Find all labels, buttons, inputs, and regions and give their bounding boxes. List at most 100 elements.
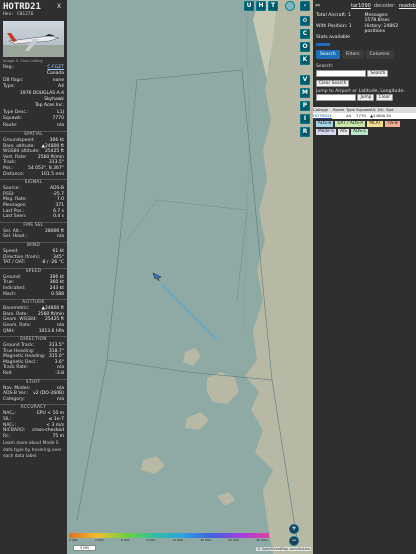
sidebar-panel: ⇔ tar1090 decoder: readsb Total Aircraft… [313,0,416,554]
section-stuff[interactable]: STUFF [0,378,67,386]
altitude-tick: 40 000+ [255,538,269,542]
info-key: Roll: [3,371,13,377]
info-sections: SPATIAL Groundspeed: 306 kt Baro. altitude:… [0,131,67,439]
section-fms-sel[interactable]: FMS SEL [0,221,67,229]
search-button[interactable]: Search [367,70,389,77]
info-row: Category: n/a [0,397,67,403]
table-cell: 7770 [356,113,366,119]
map-btn-c[interactable]: C [300,29,310,39]
search-input[interactable] [316,70,366,77]
tab-columns[interactable]: Columns [365,50,394,59]
info-row: Last Seen: 0.4 s [0,214,67,220]
search-area: Search: Search Clear Search Jump to Airp… [313,62,416,103]
source-legend: ADS-B UAT / ADS-R MLAT TIS-B Mode-S AIS ADS-C [313,119,416,137]
airspace-boundary-3 [126,199,248,301]
aircraft-info-panel: HOTRD21 X Hex: C01276 Image © Chris Loft… [0,0,67,554]
island-3 [185,412,209,430]
info-value: -3.8 [55,371,64,377]
map-btn-h[interactable]: H [256,1,266,11]
table-cell: 30 [386,113,391,119]
legend-ads-c: ADS-C [350,129,369,136]
info-value: 0.588 [51,291,64,297]
layers-icon[interactable] [285,1,295,11]
zoom-in-button[interactable]: + [289,524,299,534]
jump-input[interactable] [316,94,356,102]
section-speed[interactable]: SPEED [0,267,67,275]
table-cell: ▲24800 [370,113,386,119]
altitude-tick: 30 000 [228,538,239,542]
aircraft-photo[interactable] [3,21,64,57]
info-value: 1013.6 hPa [38,328,64,334]
hex-value: C01276 [16,12,34,17]
map-btn-p[interactable]: P [300,101,310,111]
info-key: Type: [3,84,15,90]
map-btn-u[interactable]: U [244,1,254,11]
info-key: Category: [3,396,25,402]
clear-search-button[interactable]: Clear Search [316,80,350,87]
jump-button[interactable]: Jump [357,94,375,102]
map-btn-i[interactable]: I [300,114,310,124]
zoom-out-button[interactable]: − [289,536,299,546]
tab-filters[interactable]: Filters [341,50,364,59]
section-spatial[interactable]: SPATIAL [0,131,67,139]
settings-gear-icon[interactable]: ⚙ [300,16,310,26]
map-btn-o[interactable]: O [300,42,310,52]
stat-item: Total Aircraft: 1 [316,13,351,18]
info-key: Last Seen: [3,214,27,220]
hex-label: Hex: [3,12,15,17]
map-view[interactable]: U H T › ⚙ C O K V M P I R + − 2 000 4 000… [67,0,313,554]
table-cell [333,113,346,119]
island-5 [217,492,235,506]
photo-credit: Image © Chris Lofting [3,59,43,63]
collapse-sidebar-icon[interactable]: › [300,1,310,11]
map-btn-k[interactable]: K [300,55,310,65]
info-row: Roll: -3.8 [0,371,67,377]
arrows-icon[interactable]: ⇔ [315,2,320,9]
altitude-tick: 20 000 [200,538,211,542]
island-1 [183,348,201,366]
info-row: Mach: 0.588 [0,292,67,298]
scale-bar: 5 NM [73,545,96,551]
legend-ais: AIS [338,129,349,136]
legend-mlat: MLAT [367,121,383,128]
info-key: Reg.: [3,65,15,70]
info-row: TAT / OAT: -8 / -26 °C [0,260,67,266]
section-wind[interactable]: WIND [0,241,67,249]
info-key: QNH: [3,328,15,334]
island-2 [207,372,239,404]
island-4 [141,456,165,474]
altitude-tick: 2 000 [69,538,78,542]
map-btn-m[interactable]: M [300,88,310,98]
map-btn-r[interactable]: R [300,127,310,137]
info-key: Distance: [3,171,25,177]
info-value: n/a [56,234,64,240]
info-value: 75 m [52,433,64,439]
aircraft-icon[interactable] [152,272,162,282]
altitude-ticks: 2 000 4 000 6 000 8 000 10 000 20 000 30 000 40… [69,538,269,542]
clear-jump-button[interactable]: Clear [375,94,394,102]
tab-search[interactable]: Search [316,50,340,59]
border-line [242,0,250,331]
info-row: Sel. Head.: n/a [0,234,67,240]
altitude-tick: 10 000 [172,538,184,542]
aircraft-table: Callsign Route Type Squawk Alt. (ft) Spd HOTR… [313,107,416,120]
legend-tis-b: TIS-B [384,121,400,128]
map-btn-t[interactable]: T [268,1,278,11]
stat-item: With Position: 1 [316,24,352,29]
search-row: Search [316,70,413,77]
brand-link[interactable]: tar1090 [351,3,371,9]
legend-uat-ads-r: UAT / ADS-R [335,121,366,128]
sidebar-header: ⇔ tar1090 decoder: readsb [313,0,416,11]
stats-link-bar[interactable] [316,43,330,46]
decoder-link[interactable]: readsb [399,3,416,9]
stats-block: Total Aircraft: 1 Messages: 1578.8/sec Wit… [313,11,416,42]
info-row: Route: n/a [0,123,67,129]
legend-ads-b: ADS-B [316,121,334,128]
close-icon[interactable]: X [57,3,61,10]
map-btn-v[interactable]: V [300,75,310,85]
info-key: Mach: [3,291,17,297]
flight-track [161,284,218,341]
info-value: 0.4 s [53,214,64,220]
info-row: QNH: 1013.6 hPa [0,329,67,335]
altitude-tick: 8 000 [146,538,156,542]
